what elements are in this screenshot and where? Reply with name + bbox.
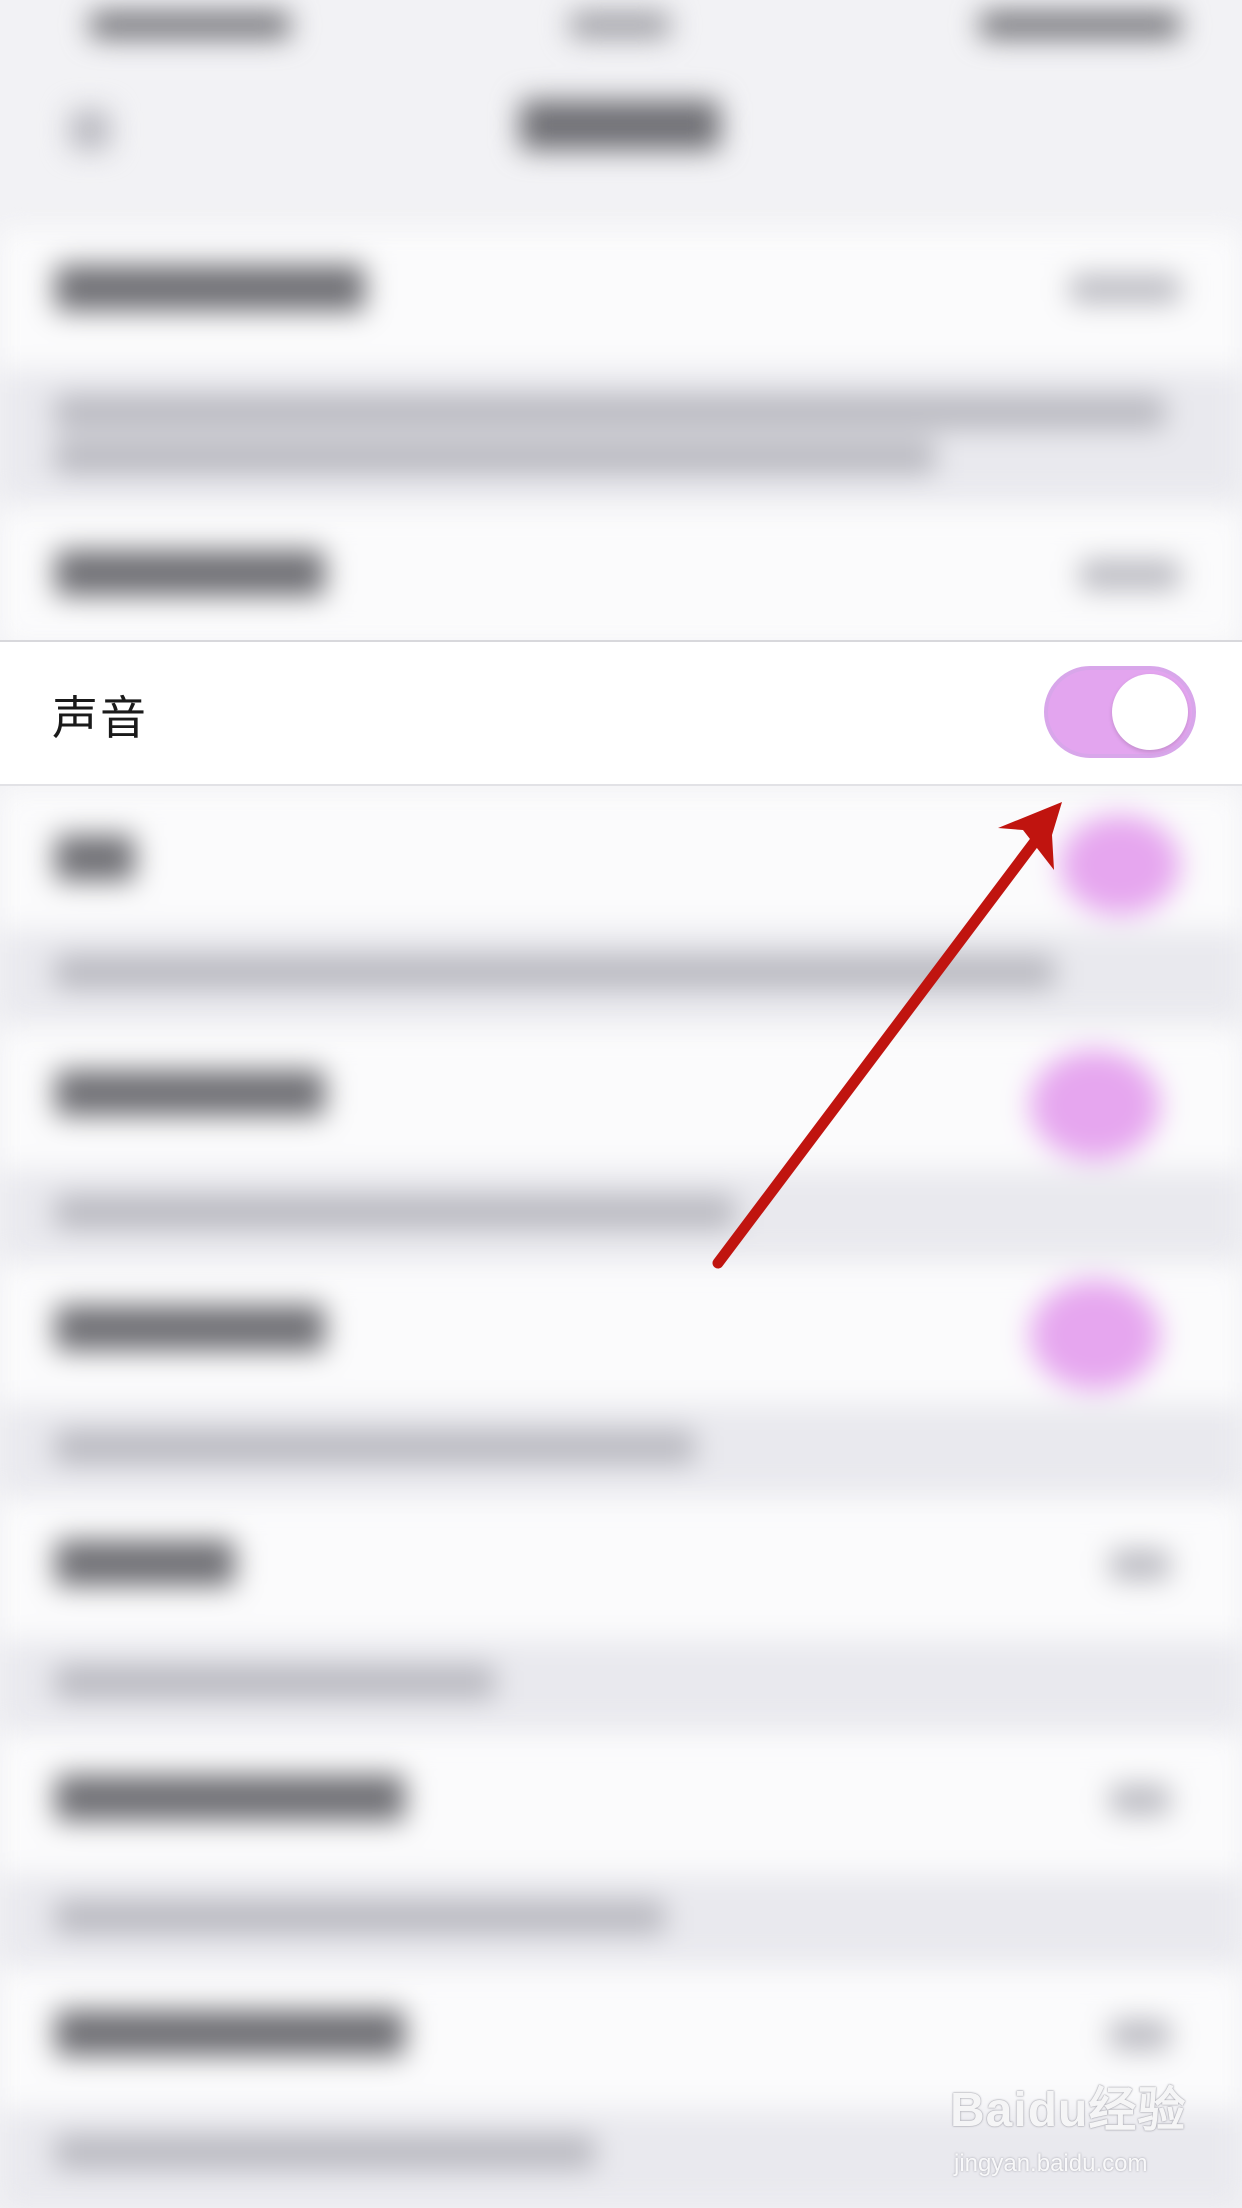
sound-label: 声音 — [52, 691, 148, 745]
baidu-jingyan-watermark: Baidu经验 jingyan.baidu.com — [950, 2070, 1200, 2190]
sound-setting-row: 声音 — [0, 640, 1242, 786]
toggle-knob — [1112, 674, 1188, 750]
blurred-settings-background — [0, 0, 1242, 2208]
sound-toggle[interactable] — [1044, 666, 1196, 758]
watermark-url: jingyan.baidu.com — [954, 2150, 1148, 2177]
watermark-logo: Baidu经验 — [950, 2084, 1187, 2137]
